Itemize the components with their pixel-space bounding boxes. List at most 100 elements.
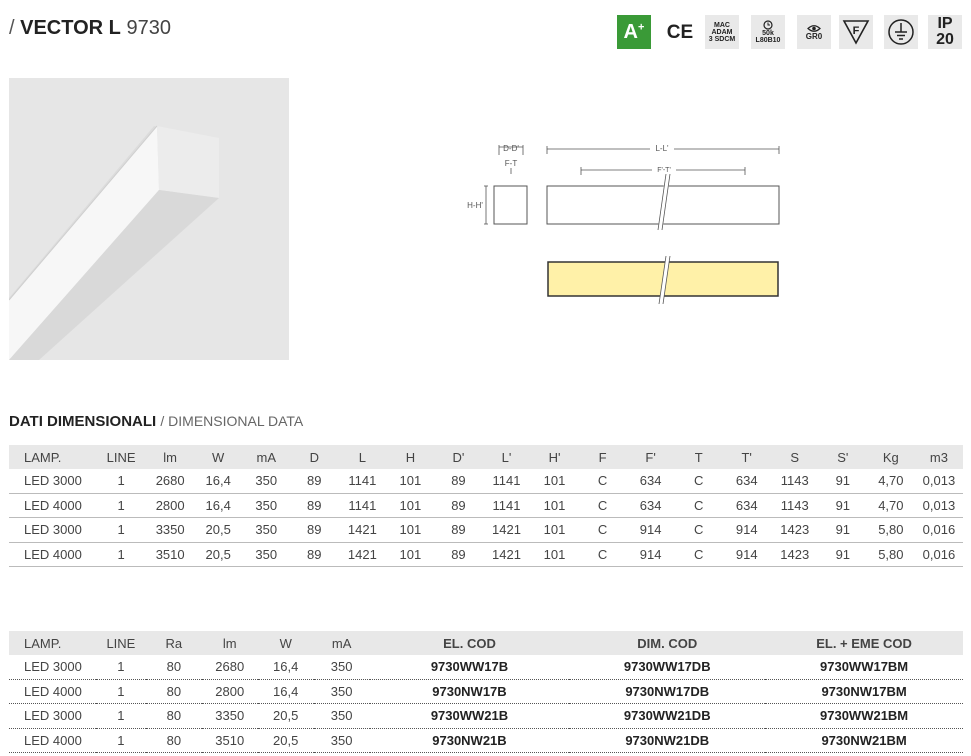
macadam-line-1: MAC	[714, 21, 730, 29]
cell: 20,5	[257, 728, 314, 753]
cell: 80	[145, 655, 202, 680]
cell: 89	[434, 493, 483, 518]
cell: 914	[626, 542, 675, 567]
cell: C	[674, 542, 723, 567]
cell: LED 3000	[9, 703, 96, 729]
cell: 91	[818, 469, 867, 494]
cell: 1	[96, 493, 147, 518]
cell: 0,016	[914, 542, 963, 567]
cell: 1	[96, 542, 147, 567]
cell: 89	[290, 542, 339, 567]
f-mark-triangle: F	[842, 20, 870, 45]
dimensional-data-table: LAMP. LINE lm W mA D L H D' L' H' F F' T…	[9, 445, 963, 567]
label-ll: L-L'	[655, 144, 669, 153]
cell: 350	[313, 655, 370, 680]
cell: 3350	[146, 517, 195, 543]
col-header: S'	[818, 445, 867, 469]
code-cell: 9730NW17BM	[765, 679, 963, 704]
table-row: LED 3000 1 3350 20,5 350 89 1421 101 89 …	[9, 517, 963, 543]
energy-class-plus: +	[638, 21, 645, 34]
cell: 3510	[146, 542, 195, 567]
title-slash: /	[9, 17, 21, 39]
lifetime-icon: 50k L80B10	[751, 15, 785, 49]
cell: LED 4000	[9, 542, 97, 567]
label-hh: H-H'	[467, 201, 483, 210]
macadam-line-3: 3 SDCM	[708, 35, 736, 43]
earth-ground-icon	[884, 15, 918, 49]
product-photo	[9, 78, 289, 360]
section-title-en: / DIMENSIONAL DATA	[160, 413, 304, 429]
col-header: LINE	[96, 445, 147, 469]
cell: 2800	[201, 679, 258, 704]
cell: 89	[290, 469, 339, 494]
col-header: mA	[313, 631, 370, 655]
cell: 1421	[338, 542, 387, 567]
col-header: L	[338, 445, 387, 469]
macadam-line-2: ADAM	[711, 28, 733, 36]
cell: 101	[530, 517, 579, 543]
photobiological-risk-icon: GR0	[797, 15, 831, 49]
table-row: LED 4000 1 3510 20,5 350 89 1421 101 89 …	[9, 542, 963, 567]
code-cell: 9730NW21B	[369, 728, 570, 753]
col-header: LAMP.	[9, 445, 97, 469]
cell: 1143	[770, 493, 819, 518]
cell: 101	[386, 493, 435, 518]
cell: 91	[818, 542, 867, 567]
col-header: mA	[242, 445, 291, 469]
cell: 1141	[338, 469, 387, 494]
technical-drawing: D-D' F-T H-H' L-L' F'-T'	[467, 144, 780, 305]
cell: 80	[145, 679, 202, 704]
cell: 80	[145, 728, 202, 753]
cell: 634	[626, 469, 675, 494]
cell: 91	[818, 493, 867, 518]
cell: 4,70	[866, 493, 915, 518]
col-header: L'	[482, 445, 531, 469]
label-dd: D-D'	[503, 144, 519, 153]
product-name: VECTOR L	[20, 17, 121, 39]
cell: 1143	[770, 469, 819, 494]
lifetime-hours: 50k	[762, 30, 774, 37]
risk-group-label: GR0	[805, 31, 823, 41]
energy-class-letter: A	[623, 21, 638, 43]
col-header: F	[578, 445, 627, 469]
cell: 1421	[482, 517, 531, 543]
code-cell: 9730WW21BM	[765, 703, 963, 729]
cell: 16,4	[194, 469, 243, 494]
table-row: LED 3000 1 80 2680 16,4 350 9730WW17B 97…	[9, 655, 963, 680]
col-header: F'	[626, 445, 675, 469]
label-ft: F-T	[505, 159, 518, 168]
col-header: lm	[146, 445, 195, 469]
ground-symbol	[888, 19, 914, 45]
f-mark-letter: F	[853, 25, 860, 37]
col-header: Kg	[866, 445, 915, 469]
col-header: T'	[722, 445, 771, 469]
col-header: EL. + EME COD	[765, 631, 963, 655]
cell: 0,013	[914, 469, 963, 494]
cell: 89	[290, 493, 339, 518]
cell: LED 4000	[9, 493, 97, 518]
cell: 20,5	[194, 517, 243, 543]
col-header: W	[257, 631, 314, 655]
cell: 1141	[482, 493, 531, 518]
cell: 4,70	[866, 469, 915, 494]
cell: 101	[386, 517, 435, 543]
cell: 3350	[201, 703, 258, 729]
cell: 1141	[482, 469, 531, 494]
col-header: LAMP.	[9, 631, 96, 655]
table-row: LED 4000 1 80 3510 20,5 350 9730NW21B 97…	[9, 728, 963, 753]
col-header: S	[770, 445, 819, 469]
cell: 16,4	[257, 655, 314, 680]
cell: 1	[96, 469, 147, 494]
table-header-row: LAMP. LINE Ra lm W mA EL. COD DIM. COD E…	[9, 631, 963, 655]
col-header: W	[194, 445, 243, 469]
ip-label: IP	[937, 15, 953, 32]
cell: 350	[242, 469, 291, 494]
cell: 0,013	[914, 493, 963, 518]
cell: 101	[530, 493, 579, 518]
cell: 1	[95, 703, 146, 729]
code-cell: 9730WW21B	[369, 703, 570, 729]
cell: 5,80	[866, 517, 915, 543]
table-row: LED 4000 1 2800 16,4 350 89 1141 101 89 …	[9, 493, 963, 518]
cell: 350	[242, 517, 291, 543]
cell: 350	[313, 728, 370, 753]
